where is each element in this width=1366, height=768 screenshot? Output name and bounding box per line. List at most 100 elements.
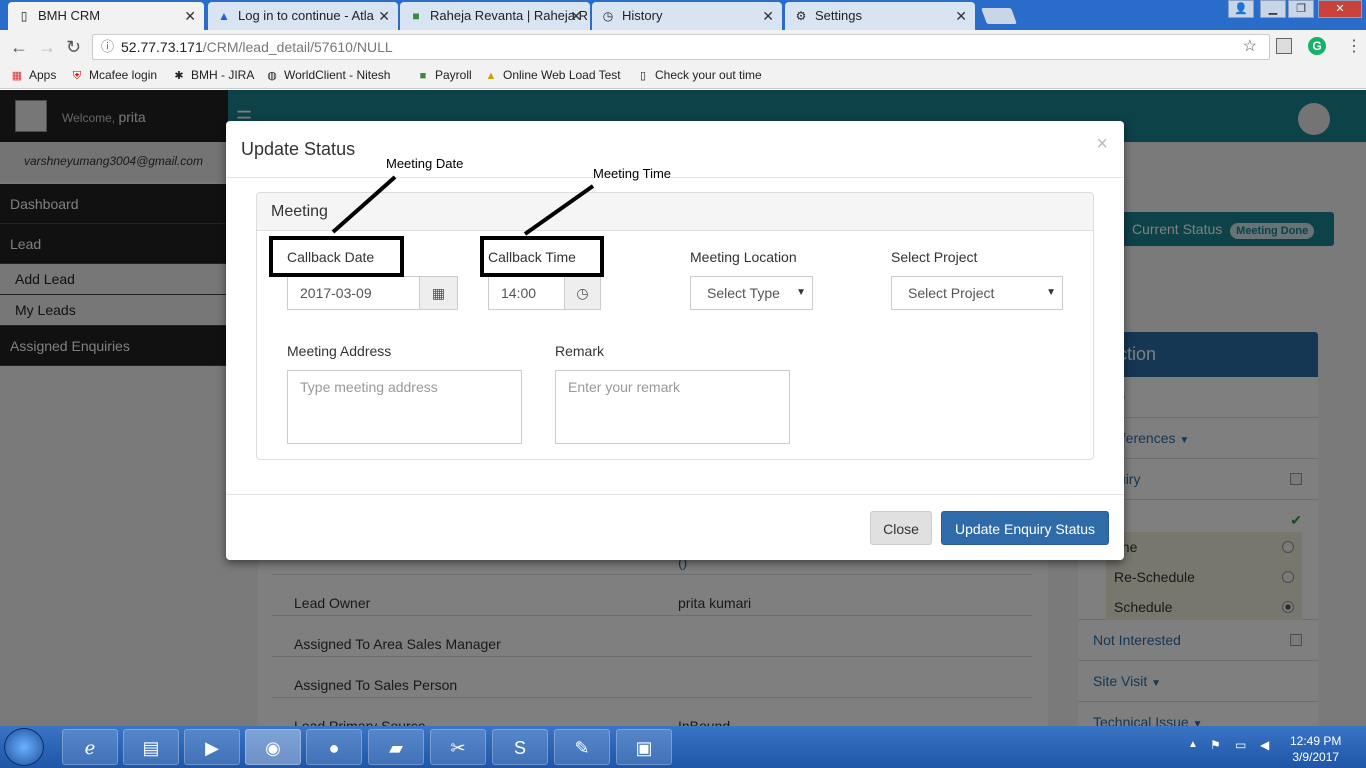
close-button[interactable]: Close <box>870 511 932 545</box>
snipping-tool-icon[interactable]: ✂ <box>430 729 486 765</box>
atlassian-icon: ▲ <box>218 9 230 23</box>
modal-title: Update Status <box>241 139 356 159</box>
meeting-address-textarea[interactable]: Type meeting address <box>287 370 522 444</box>
tab-title: BMH CRM <box>38 8 101 23</box>
page-icon: ▯ <box>639 70 647 82</box>
select-value: Select Type <box>707 285 780 301</box>
update-enquiry-status-button[interactable]: Update Enquiry Status <box>941 511 1109 545</box>
close-icon[interactable]: × <box>1096 133 1108 156</box>
clock-date: 3/9/2017 <box>1292 750 1340 764</box>
bookmark-label: WorldClient - Nitesh <box>284 68 391 82</box>
info-icon[interactable]: ⓘ <box>101 35 114 59</box>
network-icon[interactable]: ▭ <box>1235 738 1246 752</box>
new-tab-button[interactable] <box>981 8 1017 24</box>
globe-icon: ◍ <box>267 70 277 82</box>
bookmark-label: Payroll <box>435 68 472 82</box>
annotation-box-date <box>269 236 404 277</box>
url-path: /CRM/lead_detail/57610/NULL <box>202 39 393 55</box>
paint-icon[interactable]: ✎ <box>554 729 610 765</box>
tab-settings[interactable]: ⚙ Settings ✕ <box>785 2 975 30</box>
close-tab-icon[interactable]: ✕ <box>378 2 390 30</box>
close-tab-icon[interactable]: ✕ <box>570 2 582 30</box>
bookmark-label: BMH - JIRA <box>191 68 255 82</box>
tab-title: History <box>622 8 663 23</box>
flag-icon[interactable]: ⚑ <box>1210 738 1221 752</box>
bookmark-jira[interactable]: ✱ BMH - JIRA <box>172 68 254 82</box>
clock-icon[interactable]: ◷ <box>564 276 601 310</box>
ie-icon[interactable]: ℯ <box>62 729 118 765</box>
address-bar-row: ← → ↻ ⓘ 52.77.73.171/CRM/lead_detail/576… <box>0 30 1366 64</box>
media-player-icon[interactable]: ▶ <box>184 729 240 765</box>
back-arrow-icon[interactable]: ← <box>10 37 28 58</box>
bookmark-apps[interactable]: ▦ Apps <box>10 68 57 82</box>
skype-icon[interactable]: S <box>492 729 548 765</box>
divider <box>226 494 1124 495</box>
clock[interactable]: 12:49 PM 3/9/2017 <box>1290 733 1341 765</box>
notes-icon[interactable]: ▰ <box>368 729 424 765</box>
meeting-location-select[interactable]: Select Type ▼ <box>690 276 813 310</box>
callback-date-input[interactable]: 2017-03-09 <box>287 276 421 310</box>
close-tab-icon[interactable]: ✕ <box>184 2 196 30</box>
folder-icon[interactable]: ▤ <box>123 729 179 765</box>
bookmark-label: Check your out time <box>655 68 762 82</box>
close-tab-icon[interactable]: ✕ <box>955 2 967 30</box>
meeting-address-label: Meeting Address <box>287 343 392 359</box>
star-icon[interactable]: ☆ <box>1243 35 1257 59</box>
windows-taskbar: ℯ ▤ ▶ ◉ ● ▰ ✂ S ✎ ▣ ▲ ⚑ ▭ ◀ 12:49 PM 3/9… <box>0 726 1366 768</box>
mcafee-shield-icon: ⛨ <box>72 70 82 82</box>
tab-bmh-crm[interactable]: ▯ BMH CRM ✕ <box>8 2 204 30</box>
tab-history[interactable]: ◷ History ✕ <box>592 2 782 30</box>
annotation-meeting-date: Meeting Date <box>386 156 464 171</box>
tray-arrow-icon[interactable]: ▲ <box>1188 739 1198 750</box>
user-icon[interactable]: 👤 <box>1228 0 1254 18</box>
caret-down-icon: ▼ <box>796 287 806 298</box>
raheja-icon: ■ <box>412 9 420 23</box>
payroll-icon: ■ <box>419 70 427 82</box>
close-tab-icon[interactable]: ✕ <box>762 2 774 30</box>
maximize-button[interactable]: ❐ <box>1288 0 1314 18</box>
history-icon: ◷ <box>602 9 614 23</box>
remark-textarea[interactable]: Enter your remark <box>555 370 790 444</box>
caret-down-icon: ▼ <box>1046 287 1056 298</box>
annotation-meeting-time: Meeting Time <box>593 166 672 181</box>
bookmark-payroll[interactable]: ■ Payroll <box>416 68 472 82</box>
annotation-box-time <box>480 236 604 277</box>
bookmark-label: Mcafee login <box>89 68 158 82</box>
jira-icon: ✱ <box>174 70 184 82</box>
tab-title: Settings <box>815 8 862 23</box>
triangle-icon: ▲ <box>485 70 497 82</box>
chrome-icon[interactable]: ◉ <box>245 729 301 765</box>
minimize-button[interactable]: ▁ <box>1260 0 1286 18</box>
bookmark-load-test[interactable]: ▲ Online Web Load Test <box>484 68 621 82</box>
clock-time: 12:49 PM <box>1290 734 1342 748</box>
system-tray: ▲ ⚑ ▭ ◀ 12:49 PM 3/9/2017 <box>1180 726 1366 768</box>
browser-tab-bar: ▯ BMH CRM ✕ ▲ Log in to continue - Atla … <box>0 0 1366 30</box>
bookmark-mcafee[interactable]: ⛨ Mcafee login <box>70 68 157 83</box>
tab-atlassian[interactable]: ▲ Log in to continue - Atla ✕ <box>208 2 398 30</box>
forward-arrow-icon[interactable]: → <box>38 37 56 58</box>
url-input[interactable]: ⓘ 52.77.73.171/CRM/lead_detail/57610/NUL… <box>92 34 1270 60</box>
callback-time-input[interactable]: 14:00 <box>488 276 566 310</box>
select-value: Select Project <box>908 285 995 301</box>
annotation-arrows <box>331 175 595 236</box>
menu-dots-icon[interactable]: ⋮ <box>1346 36 1362 56</box>
firefox-icon[interactable]: ● <box>306 729 362 765</box>
volume-icon[interactable]: ◀ <box>1260 738 1269 752</box>
calendar-icon[interactable]: ▦ <box>419 276 458 310</box>
meeting-location-label: Meeting Location <box>690 249 797 265</box>
select-project-label: Select Project <box>891 249 978 265</box>
bookmark-worldclient[interactable]: ◍ WorldClient - Nitesh <box>265 68 390 82</box>
document-icon: ▯ <box>20 9 28 23</box>
reload-icon[interactable]: ↻ <box>66 37 81 58</box>
grammarly-icon[interactable]: G <box>1308 37 1326 55</box>
annotation-line-date <box>331 175 397 234</box>
start-button[interactable] <box>4 728 44 766</box>
gear-icon: ⚙ <box>795 9 807 23</box>
screen-icon[interactable]: ▣ <box>616 729 672 765</box>
window-close-button[interactable]: ✕ <box>1318 0 1362 18</box>
select-project-select[interactable]: Select Project ▼ <box>891 276 1063 310</box>
tab-raheja[interactable]: ■ Raheja Revanta | Raheja R ✕ <box>400 2 590 30</box>
extension-icon[interactable] <box>1276 38 1292 54</box>
bookmark-label: Online Web Load Test <box>503 68 621 82</box>
bookmark-check-out-time[interactable]: ▯ Check your out time <box>636 68 762 82</box>
